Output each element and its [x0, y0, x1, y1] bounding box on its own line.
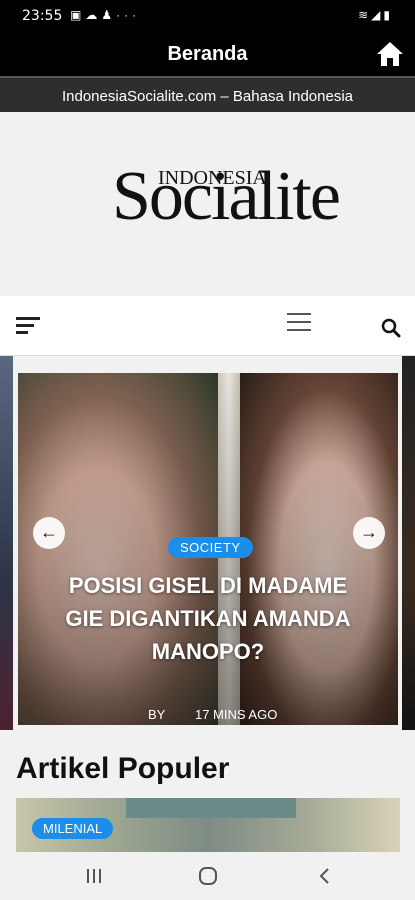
image-icon: ▣ — [70, 8, 86, 22]
previous-slide-peek[interactable] — [0, 356, 13, 730]
slide-author: BY — [148, 707, 166, 722]
slide-headline[interactable]: POSISI GISEL DI MADAME GIE DIGANTIKAN AM… — [58, 569, 358, 668]
category-badge[interactable]: SOCIETY — [168, 537, 253, 558]
arrow-left-icon[interactable]: ← — [33, 517, 65, 549]
status-left-icons: ▣☁♟··· — [70, 8, 140, 22]
status-time: 23:55 — [22, 8, 63, 24]
more-icon: ··· — [116, 8, 141, 22]
logo-main-text: Socialite — [112, 158, 341, 235]
next-slide-peek[interactable] — [402, 356, 415, 730]
slide-time: 17 MINS AGO — [194, 707, 278, 722]
recents-icon[interactable] — [82, 864, 106, 888]
site-nav-bar — [0, 296, 415, 356]
featured-carousel[interactable]: SOCIETY POSISI GISEL DI MADAME GIE DIGAN… — [0, 356, 415, 730]
carousel-slide[interactable]: SOCIETY POSISI GISEL DI MADAME GIE DIGAN… — [18, 373, 398, 725]
app-bar: Beranda — [0, 33, 415, 76]
system-nav-bar — [0, 852, 415, 900]
cloud-icon: ☁ — [85, 8, 102, 22]
site-logo[interactable]: INDONESIA Socialite — [0, 112, 415, 296]
page-title: Beranda — [167, 43, 248, 65]
status-right-icons: ≋◢▮ — [358, 8, 393, 22]
signal-icon: ◢ — [371, 8, 384, 22]
search-icon[interactable] — [381, 318, 401, 338]
slide-meta: BY 17 MINS AGO — [148, 707, 277, 722]
popular-image-detail — [126, 798, 296, 818]
arrow-right-icon[interactable]: → — [353, 517, 385, 549]
home-icon[interactable] — [375, 39, 405, 69]
popular-category-badge[interactable]: MILENIAL — [32, 818, 114, 839]
status-bar: 23:55 ▣☁♟··· ≋◢▮ — [0, 0, 415, 33]
hamburger-menu-icon[interactable] — [16, 317, 40, 338]
notification-icon: ♟ — [101, 8, 117, 22]
battery-icon: ▮ — [383, 8, 393, 22]
popular-section-title: Artikel Populer — [16, 752, 230, 785]
menu-icon[interactable] — [287, 313, 311, 337]
url-bar: IndonesiaSocialite.com – Bahasa Indonesi… — [0, 76, 415, 112]
home-circle-icon[interactable] — [196, 864, 220, 888]
wifi-icon: ≋ — [358, 8, 372, 22]
back-icon[interactable] — [313, 864, 337, 888]
